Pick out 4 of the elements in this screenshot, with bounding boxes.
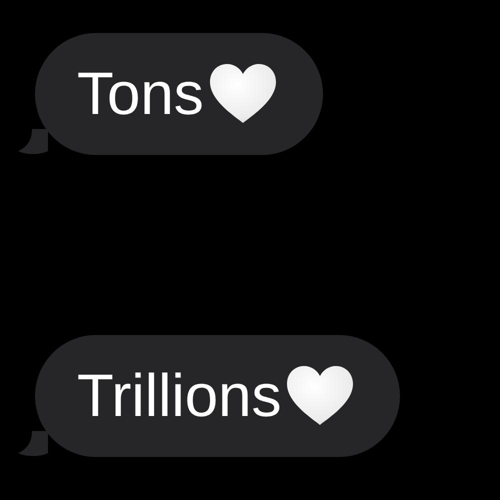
message-text: Trillions xyxy=(77,366,282,426)
heart-icon xyxy=(285,365,356,427)
heart-icon xyxy=(208,63,278,125)
message-text: Tons xyxy=(77,64,204,124)
